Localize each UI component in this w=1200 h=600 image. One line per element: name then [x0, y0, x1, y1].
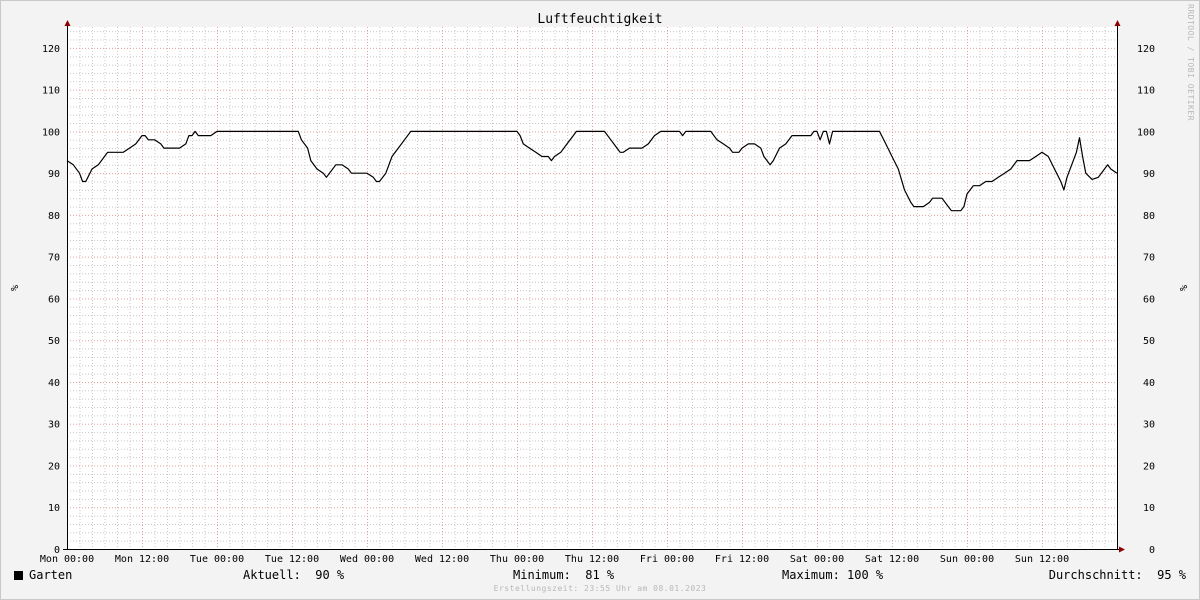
x-tick-label: Wed 00:00	[340, 554, 394, 565]
chart: 0 010 1020 2030 3040 4050 5060 6070 7080 8090 9010…	[8, 12, 1188, 565]
x-tick-label: Sun 12:00	[1015, 554, 1069, 565]
y-tick-label-left: 60	[48, 294, 60, 305]
legend-swatch	[14, 571, 23, 580]
legend-series: Garten	[14, 566, 72, 584]
y-tick-label-right: 10	[1143, 503, 1155, 514]
y-tick-label-right: 60	[1143, 294, 1155, 305]
y-axis-arrow-right	[1114, 20, 1121, 26]
x-tick-label: Mon 00:00	[40, 554, 94, 565]
x-tick-label: Tue 00:00	[190, 554, 244, 565]
y-tick-label-left: 80	[48, 211, 60, 222]
y-tick-label-right: 0	[1149, 545, 1155, 556]
legend-current: Aktuell: 90 %	[243, 568, 345, 582]
y-tick-label-right: 50	[1143, 336, 1155, 347]
y-tick-label-right: 40	[1143, 378, 1155, 389]
y-tick-label-left: 20	[48, 461, 60, 472]
y-tick-label-right: 100	[1137, 127, 1155, 138]
x-tick-label: Fri 00:00	[640, 554, 694, 565]
x-tick-label: Sat 12:00	[865, 554, 919, 565]
x-tick-label: Tue 12:00	[265, 554, 319, 565]
y-tick-label-left: 40	[48, 378, 60, 389]
rrdtool-watermark: RRDTOOL / TOBI OETIKER	[1186, 4, 1195, 121]
y-tick-label-left: 120	[42, 44, 60, 55]
y-tick-label-left: 50	[48, 336, 60, 347]
y-tick-label-left: 110	[42, 86, 60, 97]
x-tick-label: Mon 12:00	[115, 554, 169, 565]
creation-time: Erstellungszeit: 23:55 Uhr am 08.01.2023	[493, 584, 707, 593]
y-tick-label-left: 90	[48, 169, 60, 180]
x-tick-label: Thu 12:00	[565, 554, 619, 565]
y-tick-label-left: 30	[48, 420, 60, 431]
y-tick-label-left: 100	[42, 127, 60, 138]
y-axis-label-right: %	[1177, 285, 1188, 291]
x-tick-label: Thu 00:00	[490, 554, 544, 565]
x-tick-label: Wed 12:00	[415, 554, 469, 565]
x-tick-label: Fri 12:00	[715, 554, 769, 565]
y-tick-label-right: 30	[1143, 420, 1155, 431]
x-tick-labels: Mon 00:00 Mon 12:00 Tue 00:00 Tue 12:00 Wed …	[40, 554, 1069, 565]
x-tick-label: Sat 00:00	[790, 554, 844, 565]
y-axis-arrow-left	[64, 20, 71, 26]
y-axis-label-left: %	[8, 285, 19, 291]
legend-average: Durchschnitt: 95 %	[1048, 568, 1186, 582]
x-axis-arrow	[1119, 546, 1125, 553]
chart-title: Luftfeuchtigkeit	[537, 12, 662, 27]
y-tick-label-right: 120	[1137, 44, 1155, 55]
y-tick-label-right: 110	[1137, 86, 1155, 97]
legend: Garten Aktuell: 90 % Minimum: 81 % Maxim…	[14, 566, 1186, 584]
y-tick-label-right: 20	[1143, 461, 1155, 472]
y-tick-label-right: 70	[1143, 253, 1155, 264]
legend-series-name: Garten	[29, 568, 73, 582]
x-tick-label: Sun 00:00	[940, 554, 994, 565]
y-tick-label-left: 10	[48, 503, 60, 514]
legend-maximum: Maximum: 100 %	[782, 568, 884, 582]
y-tick-label-right: 80	[1143, 211, 1155, 222]
legend-minimum: Minimum: 81 %	[513, 568, 615, 582]
y-tick-label-right: 90	[1143, 169, 1155, 180]
y-tick-label-left: 70	[48, 253, 60, 264]
